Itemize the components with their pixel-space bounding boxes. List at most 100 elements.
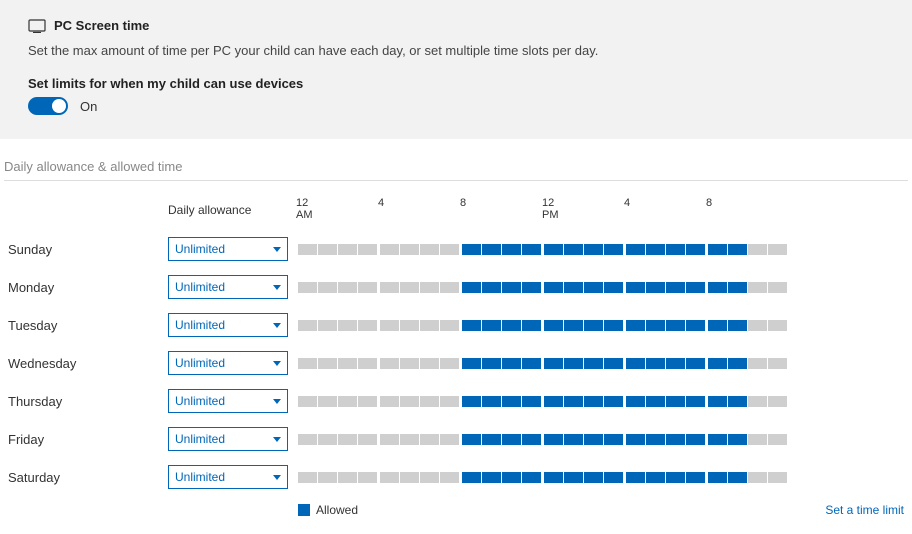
- time-cell[interactable]: [462, 244, 481, 255]
- time-cell[interactable]: [626, 472, 645, 483]
- time-cell[interactable]: [338, 320, 357, 331]
- time-cell[interactable]: [522, 320, 541, 331]
- time-cell[interactable]: [420, 472, 439, 483]
- day-timeline[interactable]: [298, 282, 904, 293]
- time-cell[interactable]: [318, 358, 337, 369]
- time-cell[interactable]: [666, 358, 685, 369]
- time-cell[interactable]: [604, 358, 623, 369]
- time-cell[interactable]: [318, 320, 337, 331]
- allowance-select[interactable]: Unlimited: [168, 389, 288, 413]
- time-cell[interactable]: [564, 396, 583, 407]
- time-cell[interactable]: [358, 434, 377, 445]
- time-cell[interactable]: [522, 396, 541, 407]
- time-cell[interactable]: [482, 472, 501, 483]
- time-cell[interactable]: [380, 434, 399, 445]
- time-cell[interactable]: [358, 320, 377, 331]
- day-timeline[interactable]: [298, 472, 904, 483]
- time-cell[interactable]: [502, 282, 521, 293]
- time-cell[interactable]: [400, 358, 419, 369]
- time-cell[interactable]: [686, 244, 705, 255]
- time-cell[interactable]: [462, 282, 481, 293]
- time-cell[interactable]: [626, 434, 645, 445]
- time-cell[interactable]: [666, 472, 685, 483]
- time-cell[interactable]: [646, 358, 665, 369]
- time-cell[interactable]: [544, 320, 563, 331]
- time-cell[interactable]: [748, 396, 767, 407]
- time-cell[interactable]: [646, 434, 665, 445]
- time-cell[interactable]: [584, 472, 603, 483]
- time-cell[interactable]: [400, 472, 419, 483]
- time-cell[interactable]: [380, 282, 399, 293]
- time-cell[interactable]: [482, 358, 501, 369]
- time-cell[interactable]: [768, 434, 787, 445]
- allowance-select[interactable]: Unlimited: [168, 275, 288, 299]
- time-cell[interactable]: [646, 320, 665, 331]
- time-cell[interactable]: [564, 244, 583, 255]
- time-cell[interactable]: [502, 320, 521, 331]
- time-cell[interactable]: [584, 358, 603, 369]
- time-cell[interactable]: [318, 472, 337, 483]
- time-cell[interactable]: [584, 434, 603, 445]
- time-cell[interactable]: [604, 396, 623, 407]
- time-cell[interactable]: [298, 434, 317, 445]
- time-cell[interactable]: [462, 434, 481, 445]
- time-cell[interactable]: [522, 434, 541, 445]
- time-cell[interactable]: [768, 358, 787, 369]
- time-cell[interactable]: [768, 244, 787, 255]
- time-cell[interactable]: [338, 396, 357, 407]
- time-cell[interactable]: [626, 320, 645, 331]
- time-cell[interactable]: [338, 282, 357, 293]
- time-cell[interactable]: [318, 396, 337, 407]
- time-cell[interactable]: [564, 472, 583, 483]
- time-cell[interactable]: [666, 244, 685, 255]
- time-cell[interactable]: [748, 434, 767, 445]
- time-cell[interactable]: [708, 472, 727, 483]
- time-cell[interactable]: [298, 320, 317, 331]
- time-cell[interactable]: [626, 244, 645, 255]
- time-cell[interactable]: [666, 282, 685, 293]
- time-cell[interactable]: [544, 358, 563, 369]
- time-cell[interactable]: [522, 282, 541, 293]
- time-cell[interactable]: [522, 358, 541, 369]
- time-cell[interactable]: [420, 244, 439, 255]
- time-cell[interactable]: [728, 282, 747, 293]
- time-cell[interactable]: [502, 244, 521, 255]
- time-cell[interactable]: [728, 434, 747, 445]
- time-cell[interactable]: [728, 320, 747, 331]
- time-cell[interactable]: [544, 472, 563, 483]
- time-cell[interactable]: [482, 244, 501, 255]
- allowance-select[interactable]: Unlimited: [168, 465, 288, 489]
- time-cell[interactable]: [584, 282, 603, 293]
- time-cell[interactable]: [400, 320, 419, 331]
- time-cell[interactable]: [440, 282, 459, 293]
- time-cell[interactable]: [420, 396, 439, 407]
- time-cell[interactable]: [626, 358, 645, 369]
- time-cell[interactable]: [440, 472, 459, 483]
- time-cell[interactable]: [420, 282, 439, 293]
- day-timeline[interactable]: [298, 320, 904, 331]
- allowance-select[interactable]: Unlimited: [168, 313, 288, 337]
- time-cell[interactable]: [686, 434, 705, 445]
- time-cell[interactable]: [440, 320, 459, 331]
- time-cell[interactable]: [400, 282, 419, 293]
- time-cell[interactable]: [462, 320, 481, 331]
- time-cell[interactable]: [380, 358, 399, 369]
- day-timeline[interactable]: [298, 244, 904, 255]
- time-cell[interactable]: [604, 434, 623, 445]
- time-cell[interactable]: [708, 434, 727, 445]
- limits-toggle[interactable]: [28, 97, 68, 115]
- allowance-select[interactable]: Unlimited: [168, 427, 288, 451]
- time-cell[interactable]: [338, 244, 357, 255]
- time-cell[interactable]: [298, 244, 317, 255]
- time-cell[interactable]: [564, 434, 583, 445]
- time-cell[interactable]: [626, 282, 645, 293]
- time-cell[interactable]: [298, 396, 317, 407]
- time-cell[interactable]: [318, 244, 337, 255]
- time-cell[interactable]: [380, 244, 399, 255]
- time-cell[interactable]: [338, 358, 357, 369]
- time-cell[interactable]: [708, 358, 727, 369]
- time-cell[interactable]: [564, 358, 583, 369]
- time-cell[interactable]: [646, 396, 665, 407]
- time-cell[interactable]: [358, 244, 377, 255]
- time-cell[interactable]: [544, 282, 563, 293]
